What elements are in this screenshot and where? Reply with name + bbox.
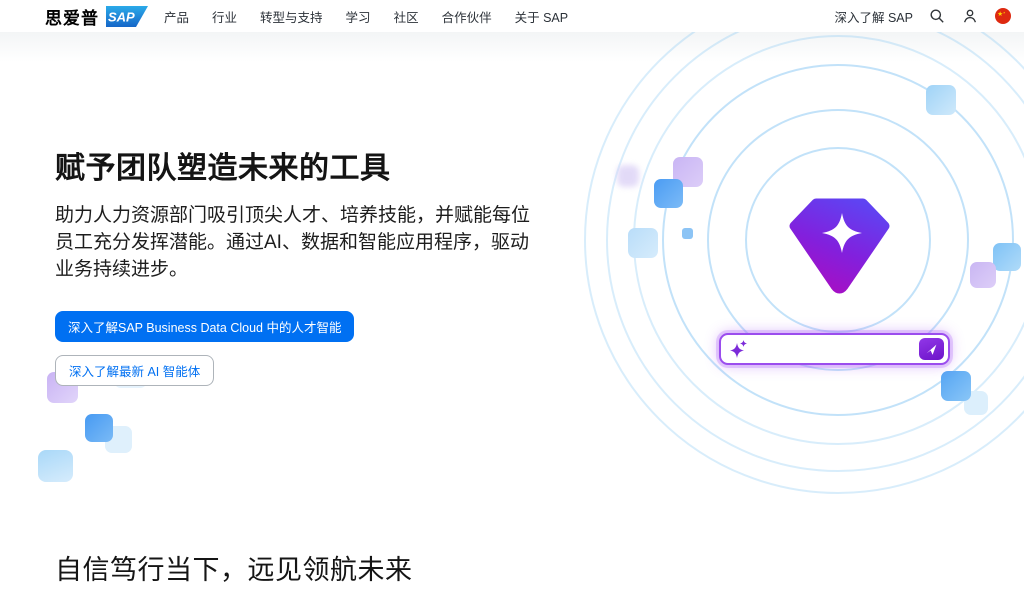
decor-square bbox=[38, 450, 73, 482]
send-icon bbox=[925, 343, 938, 356]
primary-cta-button[interactable]: 深入了解SAP Business Data Cloud 中的人才智能 bbox=[55, 311, 354, 342]
section-heading: 自信笃行当下，远见领航未来 bbox=[55, 548, 1024, 587]
hero-section: 赋予团队塑造未来的工具 助力人力资源部门吸引顶尖人才、培养技能，并赋能每位员工充… bbox=[0, 32, 1024, 522]
secondary-cta-button[interactable]: 深入了解最新 AI 智能体 bbox=[55, 355, 214, 386]
decor-square bbox=[682, 228, 693, 239]
nav-item-industries[interactable]: 行业 bbox=[212, 7, 237, 26]
decor-square bbox=[926, 85, 956, 115]
nav-item-learning[interactable]: 学习 bbox=[346, 7, 371, 26]
nav-item-partners[interactable]: 合作伙伴 bbox=[442, 7, 492, 26]
decor-square bbox=[654, 179, 683, 208]
hero-description: 助力人力资源部门吸引顶尖人才、培养技能，并赋能每位员工充分发挥潜能。通过AI、数… bbox=[55, 202, 537, 283]
hero-cta-group: 深入了解SAP Business Data Cloud 中的人才智能 深入了解最… bbox=[55, 311, 555, 386]
decor-square bbox=[970, 262, 996, 288]
decor-square bbox=[993, 243, 1021, 271]
search-icon[interactable] bbox=[928, 7, 946, 25]
gem-sparkle-icon bbox=[789, 198, 890, 294]
ai-sparkle-icon bbox=[729, 339, 749, 359]
main-nav: 产品 行业 转型与支持 学习 社区 合作伙伴 关于 SAP bbox=[164, 7, 568, 26]
brand-chinese-name: 思爱普 bbox=[45, 4, 99, 29]
nav-item-transformation-support[interactable]: 转型与支持 bbox=[260, 7, 323, 26]
explore-sap-link[interactable]: 深入了解 SAP bbox=[835, 7, 914, 26]
top-navbar: 思爱普 SAP 产品 行业 转型与支持 学习 社区 合作伙伴 关于 SAP 深入… bbox=[0, 0, 1024, 32]
nav-utilities: 深入了解 SAP ★ ★ bbox=[835, 7, 1013, 26]
decor-square bbox=[617, 165, 639, 187]
decor-square bbox=[628, 228, 658, 258]
user-icon[interactable] bbox=[961, 7, 979, 25]
lower-section: 自信笃行当下，远见领航未来 bbox=[0, 522, 1024, 587]
nav-item-about-sap[interactable]: 关于 SAP bbox=[515, 7, 569, 26]
ai-prompt-box bbox=[719, 333, 950, 365]
ai-prompt-input[interactable] bbox=[755, 335, 913, 363]
hero-title: 赋予团队塑造未来的工具 bbox=[55, 152, 555, 185]
hero-content: 赋予团队塑造未来的工具 助力人力资源部门吸引顶尖人才、培养技能，并赋能每位员工充… bbox=[55, 152, 555, 386]
nav-item-community[interactable]: 社区 bbox=[394, 7, 419, 26]
nav-item-products[interactable]: 产品 bbox=[164, 7, 189, 26]
china-flag-icon[interactable]: ★ ★ bbox=[994, 7, 1012, 25]
sap-logo-icon: SAP bbox=[106, 6, 148, 27]
svg-text:SAP: SAP bbox=[108, 9, 135, 24]
decor-square bbox=[85, 414, 113, 442]
decor-square bbox=[941, 371, 971, 401]
send-button[interactable] bbox=[919, 338, 944, 360]
sap-brand-logo[interactable]: 思爱普 SAP bbox=[45, 4, 148, 29]
